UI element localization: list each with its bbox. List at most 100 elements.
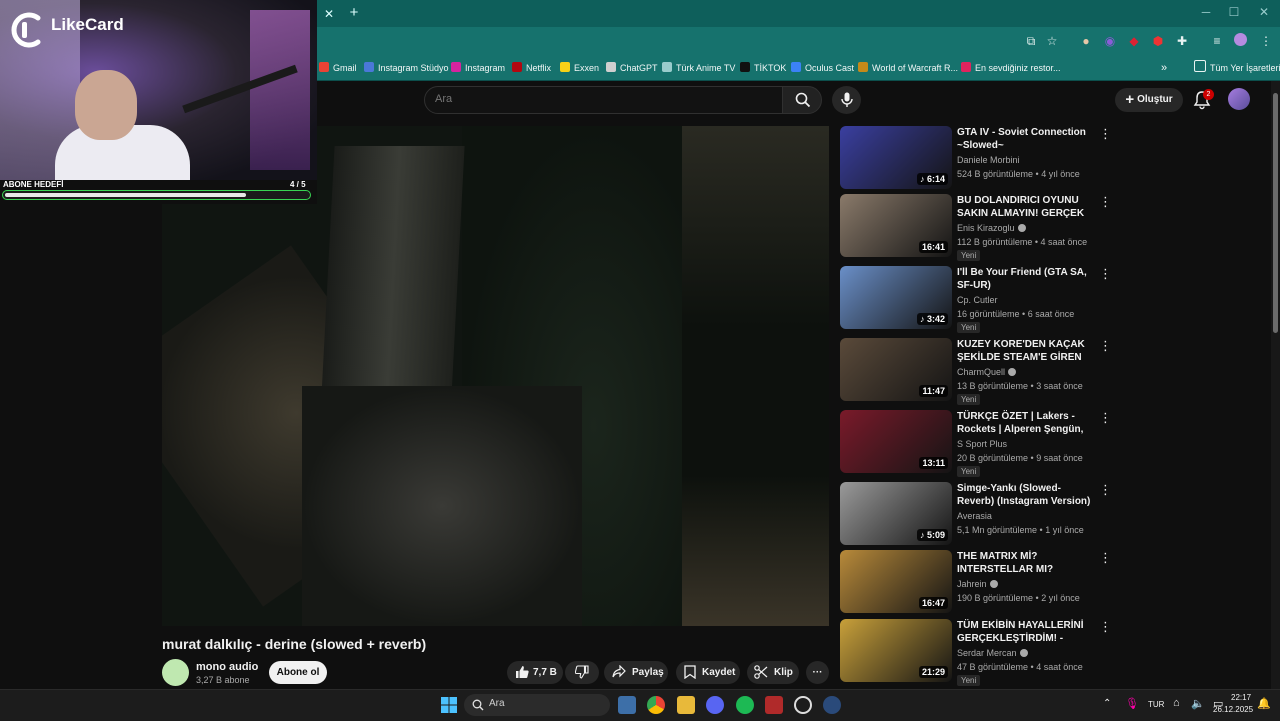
tray-overflow-chevron-icon[interactable]: ⌃ — [1103, 698, 1111, 709]
video-thumbnail[interactable]: 11:47 — [840, 338, 952, 401]
channel-name[interactable]: Cp. Cutler — [957, 295, 998, 305]
more-options-icon[interactable]: ⋮ — [1099, 482, 1112, 498]
volume-icon[interactable]: 🔈 — [1191, 697, 1205, 710]
channel-name[interactable]: CharmQuell — [957, 367, 1017, 377]
extension-3-icon[interactable]: ◆ — [1126, 33, 1142, 49]
chrome-menu-icon[interactable]: ⋮ — [1258, 33, 1274, 49]
input-language[interactable]: TUR — [1148, 700, 1164, 709]
recommended-video[interactable]: 16:47 THE MATRIX Mİ? INTERSTELLAR MI? Jahr… — [840, 550, 1112, 614]
recommended-video[interactable]: ♪ 6:14 GTA IV - Soviet Connection ~Slowed… — [840, 126, 1112, 190]
more-options-icon[interactable]: ⋮ — [1099, 619, 1112, 635]
channel-name[interactable]: mono audio — [196, 661, 258, 673]
video-title[interactable]: GTA IV - Soviet Connection ~Slowed~ — [957, 126, 1093, 152]
tab-close-button[interactable]: ✕ — [321, 6, 337, 22]
extensions-puzzle-icon[interactable]: ✚ — [1174, 33, 1190, 49]
more-options-icon[interactable]: ⋮ — [1099, 338, 1112, 354]
create-button[interactable]: + Oluştur — [1115, 88, 1183, 112]
subscribe-button[interactable]: Abone ol — [269, 661, 327, 684]
all-bookmarks-button[interactable]: Tüm Yer İşaretleri — [1194, 60, 1280, 76]
bookmark-instagram-studio[interactable]: Instagram Stüdyo — [364, 60, 449, 76]
more-options-icon[interactable]: ⋮ — [1099, 194, 1112, 210]
video-thumbnail[interactable]: 16:47 — [840, 550, 952, 613]
channel-name[interactable]: Enis Kirazoglu — [957, 223, 1026, 233]
save-button[interactable]: Kaydet — [676, 661, 740, 684]
more-options-icon[interactable]: ⋮ — [1099, 266, 1112, 282]
dislike-button[interactable] — [565, 661, 599, 684]
search-input[interactable] — [425, 87, 775, 111]
scrollbar-thumb[interactable] — [1273, 93, 1278, 333]
video-thumbnail[interactable]: 13:11 — [840, 410, 952, 473]
video-thumbnail[interactable]: ♪ 5:09 — [840, 482, 952, 545]
bookmark-turk-anime[interactable]: Türk Anime TV — [662, 60, 735, 76]
clip-button[interactable]: Klip — [747, 661, 799, 684]
bookmark-gmail[interactable]: Gmail — [319, 60, 357, 76]
bookmark-star-icon[interactable]: ☆ — [1044, 33, 1060, 49]
page-scrollbar[interactable] — [1271, 81, 1280, 689]
extension-4-icon[interactable]: ⬢ — [1150, 33, 1166, 49]
windows-start-icon[interactable] — [440, 696, 458, 714]
minimize-button[interactable]: ─ — [1196, 5, 1216, 21]
recommended-video[interactable]: 21:29 TÜM EKİBİN HAYALLERİNİ GERÇEKLEŞTİR… — [840, 619, 1112, 686]
video-title[interactable]: Simge-Yankı (Slowed-Reverb) (Instagram V… — [957, 482, 1093, 508]
new-tab-button[interactable]: + — [346, 5, 362, 21]
maximize-button[interactable]: ☐ — [1224, 5, 1244, 21]
recommended-video[interactable]: ♪ 5:09 Simge-Yankı (Slowed-Reverb) (Insta… — [840, 482, 1112, 546]
like-button[interactable]: 7,7 B — [507, 661, 563, 684]
more-options-icon[interactable]: ⋮ — [1099, 126, 1112, 142]
close-window-button[interactable]: ✕ — [1254, 5, 1274, 21]
video-title[interactable]: TÜM EKİBİN HAYALLERİNİ GERÇEKLEŞTİRDİM! … — [957, 619, 1093, 645]
obs-icon[interactable] — [794, 696, 812, 714]
taskbar-search[interactable]: Ara — [464, 694, 610, 716]
voicemeeter-icon[interactable] — [765, 696, 783, 714]
bookmark-instagram[interactable]: Instagram — [451, 60, 505, 76]
video-thumbnail[interactable]: ♪ 6:14 — [840, 126, 952, 189]
bookmark-chatgpt[interactable]: ChatGPT — [606, 60, 658, 76]
discord-icon[interactable] — [706, 696, 724, 714]
bookmark-oculus-cast[interactable]: Oculus Cast — [791, 60, 854, 76]
more-options-icon[interactable]: ⋮ — [1099, 410, 1112, 426]
share-button[interactable]: Paylaş — [604, 661, 668, 684]
profile-avatar-icon[interactable] — [1232, 33, 1248, 49]
channel-name[interactable]: Jahrein — [957, 579, 998, 589]
notification-center-icon[interactable]: 🔔 — [1257, 697, 1271, 710]
bookmark-world-of-warcraft[interactable]: World of Warcraft R... — [858, 60, 958, 76]
extension-1-icon[interactable]: ● — [1078, 33, 1094, 49]
steam-icon[interactable] — [823, 696, 841, 714]
chrome-taskbar-icon[interactable] — [647, 696, 665, 714]
channel-name[interactable]: S Sport Plus — [957, 439, 1007, 449]
bookmark-exxen[interactable]: Exxen — [560, 60, 599, 76]
extension-2-icon[interactable]: ◉ — [1102, 33, 1118, 49]
search-button[interactable] — [782, 86, 822, 114]
video-title[interactable]: TÜRKÇE ÖZET | Lakers - Rockets | Alperen… — [957, 410, 1093, 436]
video-thumbnail[interactable]: 16:41 — [840, 194, 952, 257]
video-title[interactable]: KUZEY KORE'DEN KAÇAK ŞEKİLDE STEAM'E GİR… — [957, 338, 1093, 364]
voice-search-button[interactable] — [832, 86, 861, 114]
recommended-video[interactable]: 11:47 KUZEY KORE'DEN KAÇAK ŞEKİLDE STEAM'… — [840, 338, 1112, 405]
bookmark-tiktok[interactable]: TİKTOK — [740, 60, 786, 76]
video-thumbnail[interactable]: ♪ 3:42 — [840, 266, 952, 329]
network-icon[interactable]: ⌂ — [1173, 697, 1180, 709]
channel-name[interactable]: Averasia — [957, 511, 992, 521]
tray-microphone-icon[interactable]: 🎙 — [1125, 697, 1139, 710]
video-title[interactable]: I'll Be Your Friend (GTA SA, SF-UR) — [957, 266, 1093, 292]
clock-date[interactable]: 26.12.2025 — [1213, 705, 1253, 714]
video-title[interactable]: BU DOLANDIRICI OYUNU SAKIN ALMAYIN! GERÇ… — [957, 194, 1093, 220]
reading-list-icon[interactable]: ≡ — [1209, 33, 1225, 49]
video-title[interactable]: THE MATRIX Mİ? INTERSTELLAR MI? — [957, 550, 1093, 576]
account-avatar[interactable] — [1228, 88, 1250, 110]
video-thumbnail[interactable]: 21:29 — [840, 619, 952, 682]
file-explorer-icon[interactable] — [677, 696, 695, 714]
clock-time[interactable]: 22:17 — [1231, 693, 1251, 702]
recommended-video[interactable]: ♪ 3:42 I'll Be Your Friend (GTA SA, SF-UR… — [840, 266, 1112, 333]
recommended-video[interactable]: 13:11 TÜRKÇE ÖZET | Lakers - Rockets | Al… — [840, 410, 1112, 477]
channel-name[interactable]: Daniele Morbini — [957, 155, 1020, 165]
cast-icon[interactable]: ⧉ — [1023, 33, 1039, 49]
bookmarks-overflow-button[interactable]: » — [1161, 60, 1167, 76]
bookmark-restaurant[interactable]: En sevdiğiniz restor... — [961, 60, 1061, 76]
more-actions-button[interactable]: ··· — [806, 661, 829, 684]
more-options-icon[interactable]: ⋮ — [1099, 550, 1112, 566]
channel-avatar[interactable] — [162, 659, 189, 686]
widgets-app-icon[interactable] — [618, 696, 636, 714]
spotify-icon[interactable] — [736, 696, 754, 714]
bookmark-netflix[interactable]: Netflix — [512, 60, 551, 76]
